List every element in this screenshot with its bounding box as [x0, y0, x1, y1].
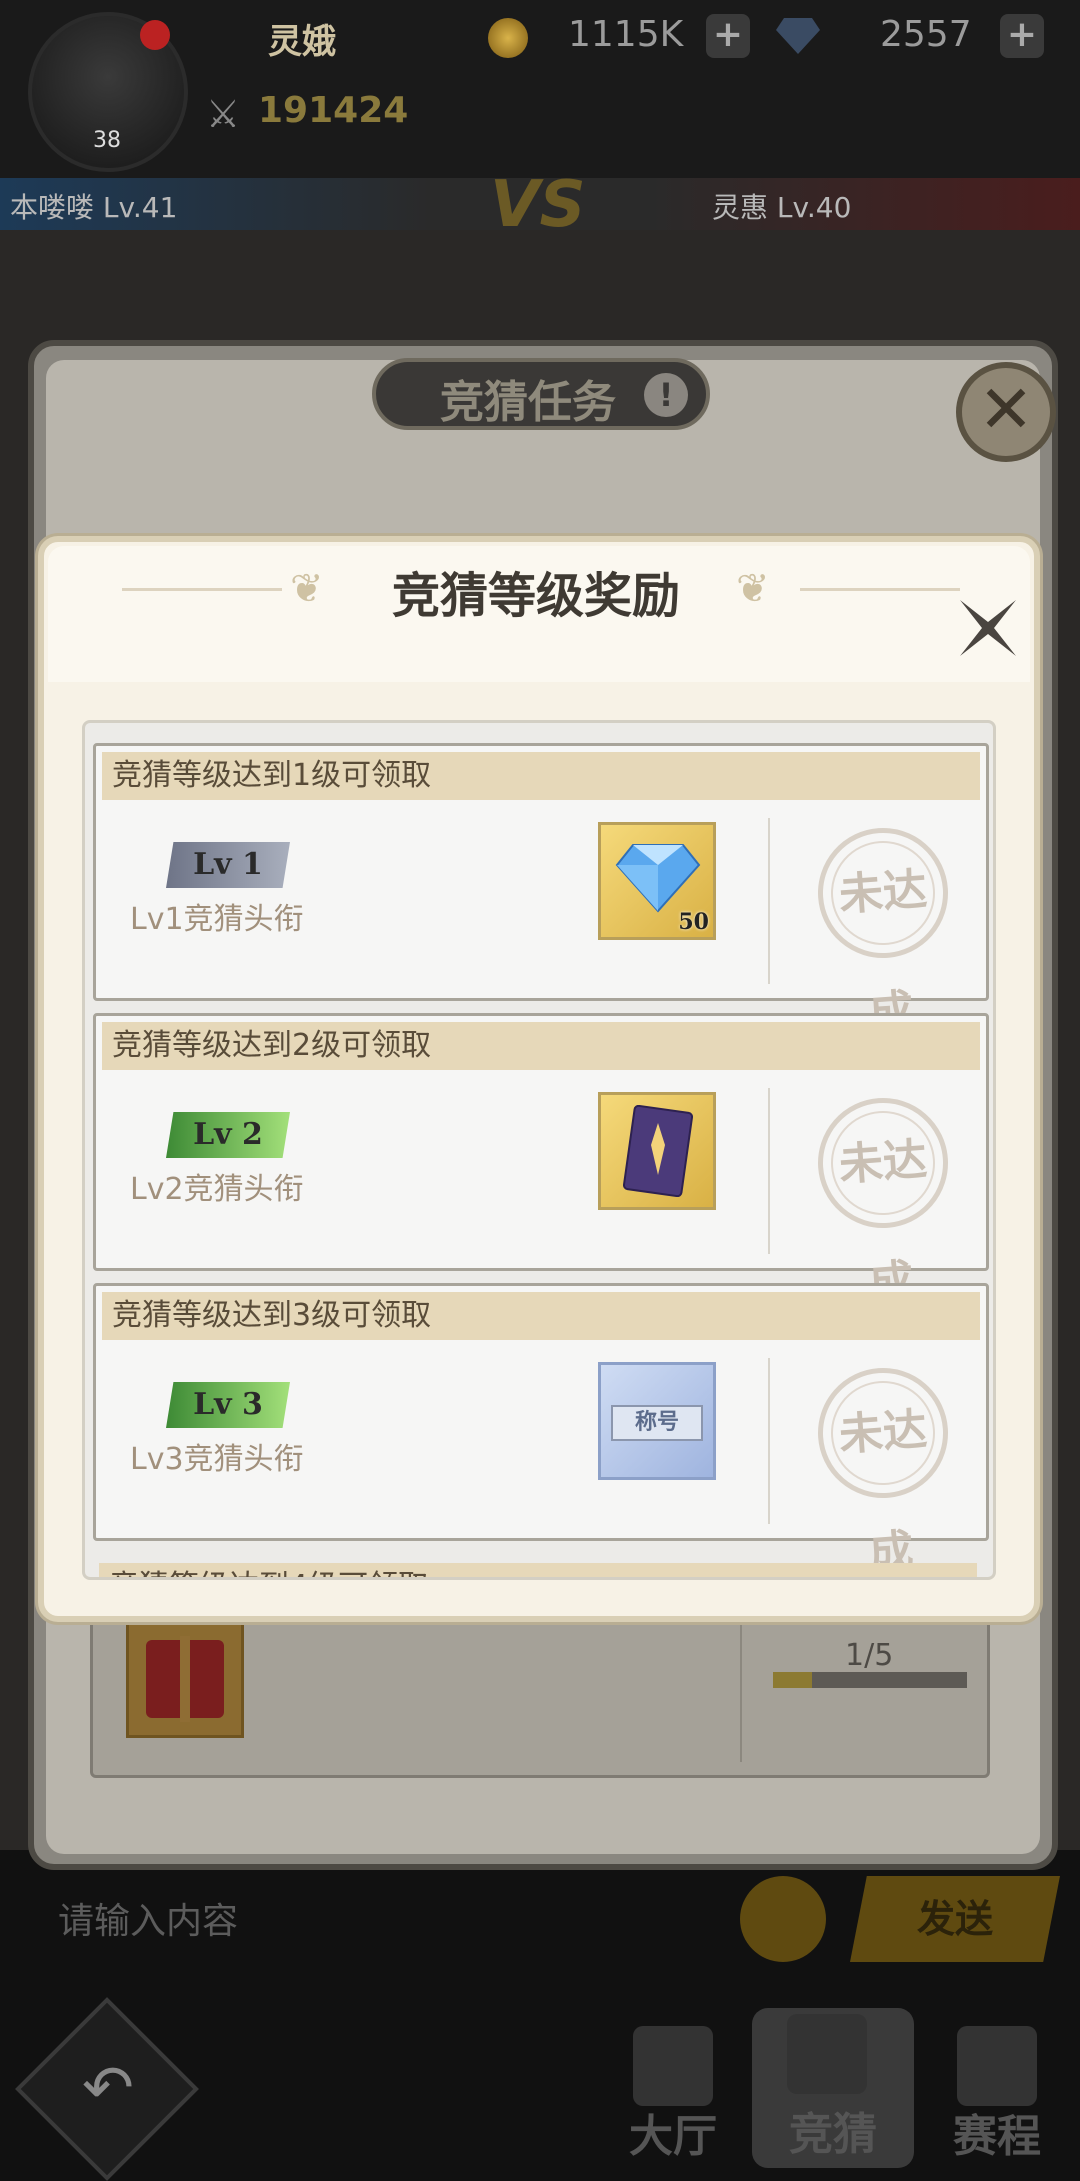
help-icon[interactable]: !	[644, 373, 688, 417]
swords-icon: ⚔	[206, 92, 241, 136]
task-progress-label: 1/5	[845, 1638, 894, 1673]
panel-title: 竞猜任务	[440, 377, 616, 428]
reward-card: 竞猜等级达到1级可领取 Lv 1 Lv1竞猜头衔 50 未达成	[93, 743, 989, 1039]
ornament-right-icon: ❦	[736, 566, 770, 612]
emoji-button[interactable]	[740, 1876, 826, 1962]
reward-card: 竞猜等级达到2级可领取 Lv 2 Lv2竞猜头衔 未达成	[93, 1013, 989, 1309]
reward-condition: 竞猜等级达到2级可领取	[102, 1022, 980, 1070]
title-line-left	[122, 588, 282, 591]
panel-close-button[interactable]: ✕	[956, 362, 1056, 462]
not-achieved-stamp: 未达成	[813, 1363, 953, 1577]
reward-condition: 竞猜等级达到3级可领取	[102, 1292, 980, 1340]
card-divider	[768, 1358, 770, 1524]
gift-ribbon	[180, 1636, 190, 1722]
nav-quiz[interactable]: 竞猜	[752, 2008, 914, 2168]
reward-item[interactable]: 称号	[598, 1362, 716, 1480]
level-badge: Lv 2	[166, 1112, 290, 1158]
card-divider	[768, 1088, 770, 1254]
reward-title-label: Lv1竞猜头衔	[130, 902, 304, 937]
dialog-close-button[interactable]	[956, 596, 1020, 660]
coin-amount: 1115K	[568, 14, 684, 55]
row-divider	[740, 1612, 742, 1762]
not-achieved-stamp: 未达成	[813, 1093, 953, 1309]
card-back-icon	[623, 1105, 693, 1197]
reward-item[interactable]: 50	[598, 822, 716, 940]
gem-icon	[776, 18, 820, 54]
level-badge: Lv 1	[166, 842, 290, 888]
back-arrow-icon: ↶	[82, 2051, 134, 2124]
combat-power: 191424	[258, 90, 409, 131]
gem-amount: 2557	[880, 14, 972, 55]
send-button[interactable]: 发送	[850, 1876, 1060, 1962]
notification-dot	[140, 20, 170, 50]
avatar-level: 38	[93, 128, 121, 153]
add-coins-button[interactable]: +	[706, 14, 750, 58]
crown-icon	[633, 2026, 713, 2106]
right-team-label: 灵惠 Lv.40	[712, 191, 852, 224]
nav-quiz-label: 竞猜	[789, 2109, 877, 2160]
coin-icon	[488, 18, 528, 58]
chat-input[interactable]: 请输入内容	[58, 1892, 238, 1944]
reward-condition: 竞猜等级达到4级可领取	[99, 1563, 977, 1577]
add-gems-button[interactable]: +	[1000, 14, 1044, 58]
reward-title-label: Lv2竞猜头衔	[130, 1172, 304, 1207]
reward-card: 竞猜等级达到3级可领取 Lv 3 Lv3竞猜头衔 称号 未达成	[93, 1283, 989, 1577]
left-team-label: 本喽喽 Lv.41	[10, 191, 178, 224]
nav-lobby[interactable]: 大厅	[598, 2020, 748, 2170]
reward-title-label: Lv3竞猜头衔	[130, 1442, 304, 1477]
nav-lobby-label: 大厅	[629, 2111, 717, 2162]
reward-list[interactable]: 竞猜等级达到1级可领取 Lv 1 Lv1竞猜头衔 50 未达成 竞猜等级达到2级…	[82, 720, 996, 1580]
schedule-icon	[957, 2026, 1037, 2106]
task-progress-fill	[773, 1672, 812, 1688]
reward-condition: 竞猜等级达到1级可领取	[102, 752, 980, 800]
title-line-right	[800, 588, 960, 591]
player-name: 灵娥	[268, 22, 336, 62]
nav-schedule-label: 赛程	[953, 2111, 1041, 2162]
reward-count: 50	[678, 909, 709, 935]
nav-schedule[interactable]: 赛程	[922, 2020, 1072, 2170]
reward-item[interactable]	[598, 1092, 716, 1210]
diamond-icon	[615, 844, 701, 913]
ornament-left-icon: ❦	[290, 566, 324, 612]
dice-icon	[787, 2014, 867, 2094]
level-badge: Lv 3	[166, 1382, 290, 1428]
not-achieved-stamp: 未达成	[813, 823, 953, 1039]
title-plaque-icon: 称号	[611, 1405, 703, 1441]
dialog-title: 竞猜等级奖励	[392, 568, 681, 624]
card-divider	[768, 818, 770, 984]
